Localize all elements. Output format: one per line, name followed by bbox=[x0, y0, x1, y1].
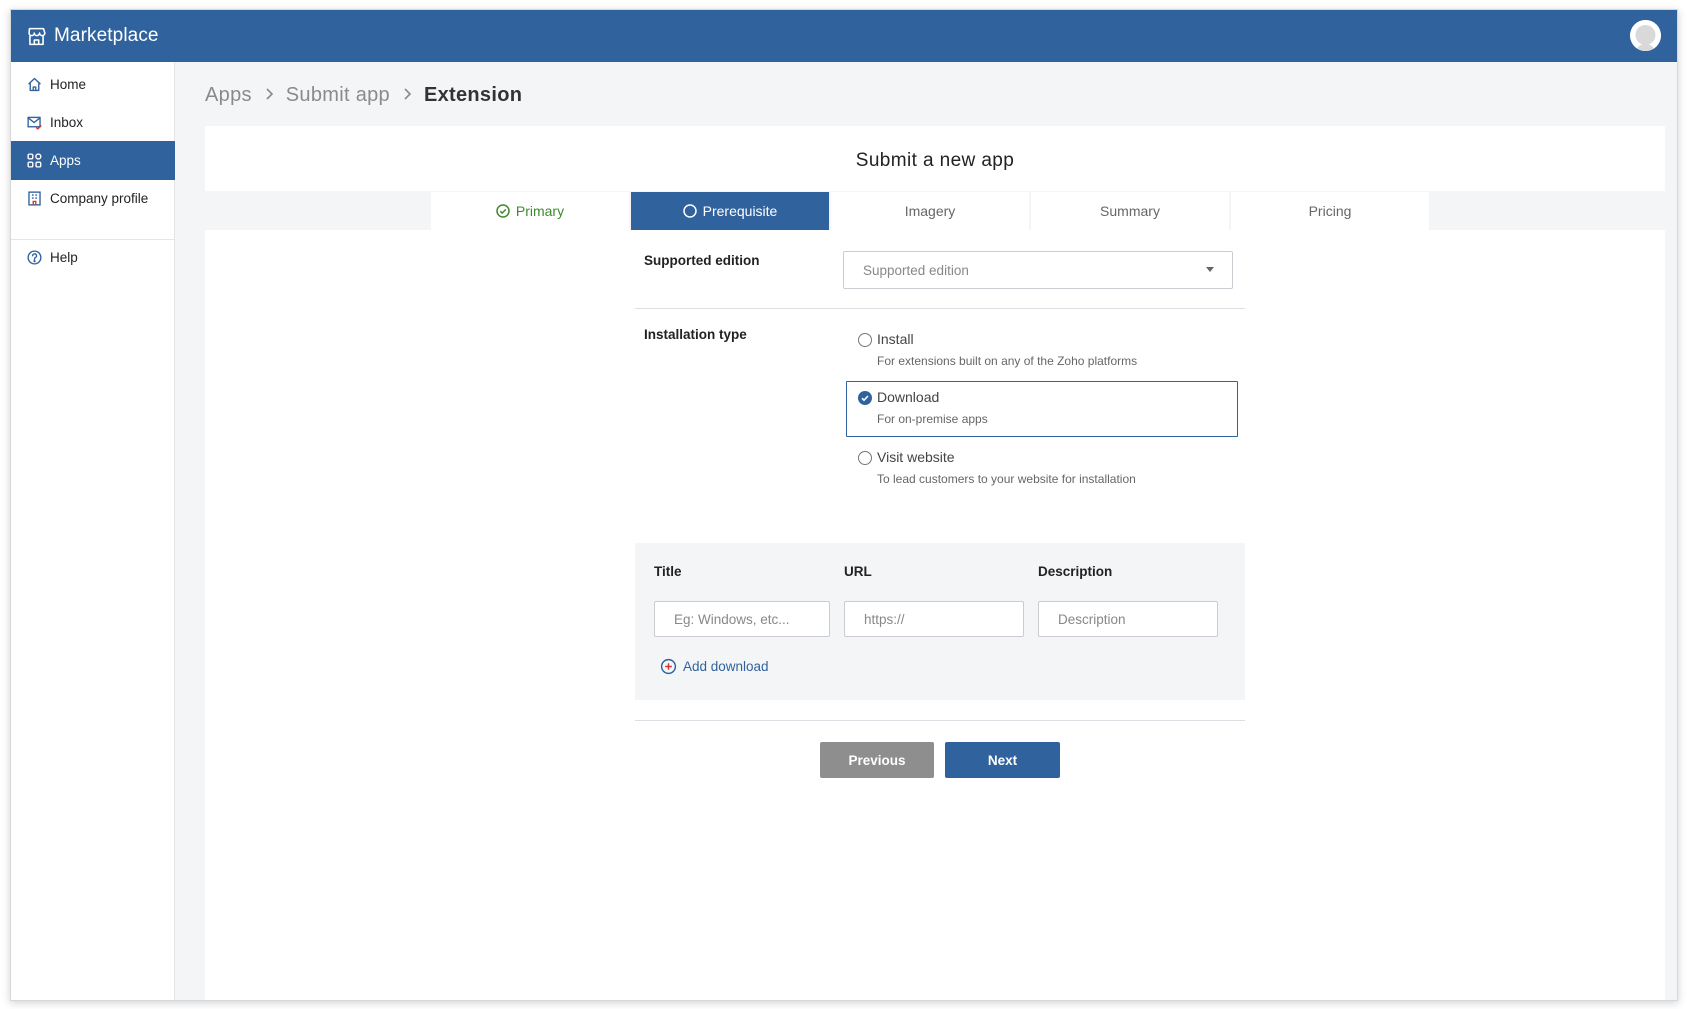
apps-grid-icon bbox=[27, 153, 42, 168]
radio-button-checked[interactable] bbox=[858, 391, 872, 405]
help-icon bbox=[27, 250, 42, 265]
divider bbox=[635, 308, 1245, 309]
user-avatar-icon bbox=[1630, 20, 1661, 51]
tab-label: Pricing bbox=[1308, 203, 1352, 219]
check-circle-icon bbox=[496, 204, 510, 218]
radio-button[interactable] bbox=[858, 333, 872, 347]
breadcrumb-submit-app[interactable]: Submit app bbox=[286, 84, 390, 107]
sidebar-item-label: Company profile bbox=[50, 191, 149, 206]
sidebar-item-label: Home bbox=[50, 77, 87, 92]
tab-prerequisite[interactable]: Prerequisite bbox=[631, 192, 829, 230]
tab-label: Primary bbox=[515, 203, 565, 219]
plus-circle-icon bbox=[660, 658, 677, 675]
previous-button[interactable]: Previous bbox=[820, 742, 934, 778]
download-title-input[interactable] bbox=[654, 601, 830, 637]
radio-option-visit-website[interactable]: Visit website To lead customers to your … bbox=[846, 441, 1238, 497]
home-icon bbox=[28, 77, 41, 92]
top-bar: Marketplace bbox=[11, 10, 1677, 62]
check-icon bbox=[861, 395, 869, 402]
sidebar-item-apps[interactable]: Apps bbox=[11, 141, 175, 180]
add-download-button[interactable]: Add download bbox=[660, 658, 769, 675]
downloads-panel: Title URL Description Add download bbox=[635, 543, 1245, 700]
tab-summary[interactable]: Summary bbox=[1031, 192, 1229, 230]
user-avatar[interactable] bbox=[1630, 20, 1661, 51]
tab-primary[interactable]: Primary bbox=[431, 192, 629, 230]
brand[interactable]: Marketplace bbox=[26, 25, 159, 47]
building-icon bbox=[28, 191, 41, 206]
tab-label: Summary bbox=[1100, 203, 1160, 219]
caret-down-icon bbox=[1206, 267, 1214, 272]
sidebar-item-label: Apps bbox=[50, 153, 81, 168]
supported-edition-placeholder: Supported edition bbox=[863, 262, 969, 278]
option-description: To lead customers to your website for in… bbox=[877, 472, 1136, 486]
radio-option-install[interactable]: Install For extensions built on any of t… bbox=[846, 323, 1238, 379]
title-column-label: Title bbox=[654, 564, 682, 579]
option-title: Download bbox=[877, 389, 940, 405]
tab-label: Imagery bbox=[904, 203, 956, 219]
radio-button[interactable] bbox=[858, 451, 872, 465]
next-button[interactable]: Next bbox=[945, 742, 1060, 778]
sidebar: Home Inbox Apps Company profile Help bbox=[11, 62, 175, 1000]
option-title: Install bbox=[877, 331, 914, 347]
chevron-right-icon bbox=[252, 85, 286, 106]
download-url-input[interactable] bbox=[844, 601, 1024, 637]
option-title: Visit website bbox=[877, 449, 955, 465]
breadcrumb-extension: Extension bbox=[423, 84, 523, 106]
sidebar-item-home[interactable]: Home bbox=[11, 65, 175, 104]
app-window: Marketplace Home Inbox Apps Company prof… bbox=[10, 9, 1678, 1001]
app-title: Marketplace bbox=[54, 25, 159, 46]
divider bbox=[635, 720, 1245, 721]
description-column-label: Description bbox=[1038, 564, 1113, 579]
add-download-label: Add download bbox=[683, 659, 769, 674]
supported-edition-select[interactable]: Supported edition bbox=[843, 251, 1233, 289]
url-column-label: URL bbox=[844, 564, 872, 579]
installation-type-label: Installation type bbox=[644, 327, 747, 342]
submit-app-card: Submit a new app Primary Prerequisite Im… bbox=[205, 126, 1665, 1000]
tab-label: Prerequisite bbox=[702, 203, 778, 219]
option-description: For on-premise apps bbox=[877, 412, 988, 426]
storefront-icon bbox=[28, 27, 46, 45]
chevron-right-icon bbox=[390, 85, 424, 106]
tab-pricing[interactable]: Pricing bbox=[1231, 192, 1429, 230]
breadcrumb-apps[interactable]: Apps bbox=[205, 84, 252, 107]
option-description: For extensions built on any of the Zoho … bbox=[877, 354, 1138, 368]
tab-imagery[interactable]: Imagery bbox=[831, 192, 1029, 230]
supported-edition-label: Supported edition bbox=[644, 253, 760, 268]
inbox-icon bbox=[27, 116, 42, 130]
sidebar-item-help[interactable]: Help bbox=[11, 238, 175, 277]
breadcrumb: Apps Submit app Extension bbox=[205, 84, 522, 107]
sidebar-item-company-profile[interactable]: Company profile bbox=[11, 179, 175, 218]
sidebar-item-label: Inbox bbox=[50, 115, 84, 130]
radio-option-download[interactable]: Download For on-premise apps bbox=[846, 381, 1238, 437]
download-description-input[interactable] bbox=[1038, 601, 1218, 637]
page-title: Submit a new app bbox=[855, 150, 1015, 171]
sidebar-item-label: Help bbox=[50, 250, 78, 265]
sidebar-item-inbox[interactable]: Inbox bbox=[11, 103, 175, 142]
circle-icon bbox=[682, 204, 697, 218]
